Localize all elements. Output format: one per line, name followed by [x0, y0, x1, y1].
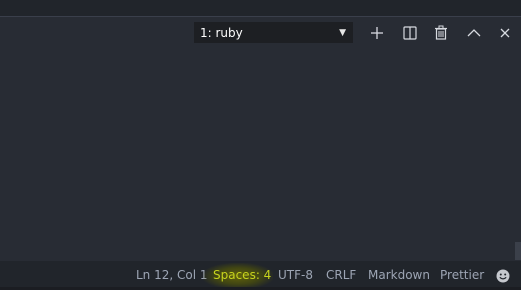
kill-terminal-button[interactable] [430, 22, 452, 44]
trash-icon [430, 22, 452, 44]
maximize-panel-button[interactable] [463, 22, 485, 44]
status-encoding[interactable]: UTF-8 [278, 262, 313, 288]
top-border [0, 0, 521, 17]
close-icon [494, 22, 516, 44]
chevron-up-icon [463, 22, 485, 44]
new-terminal-button[interactable] [366, 22, 388, 44]
status-bar: Ln 12, Col 1 Spaces: 4 UTF-8 CRLF Markdo… [0, 261, 521, 289]
status-indentation[interactable]: Spaces: 4 [213, 262, 271, 288]
plus-icon [366, 22, 388, 44]
window: 1: ruby ▼ Ln 12, Col 1 Spaces: 4 UTF-8 C… [0, 0, 521, 290]
terminal-panel-toolbar: 1: ruby ▼ [0, 18, 521, 48]
status-cursor-position[interactable]: Ln 12, Col 1 [136, 262, 208, 288]
status-prettier[interactable]: Prettier [440, 262, 484, 288]
terminal-output-area[interactable] [0, 48, 521, 261]
terminal-select-label: 1: ruby [200, 26, 243, 40]
smiley-icon[interactable] [496, 268, 510, 283]
status-line-ending[interactable]: CRLF [326, 262, 356, 288]
split-terminal-button[interactable] [399, 22, 421, 44]
split-icon [399, 22, 421, 44]
terminal-scrollbar-thumb[interactable] [515, 242, 521, 260]
close-panel-button[interactable] [494, 22, 516, 44]
status-language-mode[interactable]: Markdown [368, 262, 430, 288]
terminal-select-dropdown[interactable]: 1: ruby ▼ [194, 22, 353, 43]
chevron-down-icon: ▼ [339, 28, 346, 38]
